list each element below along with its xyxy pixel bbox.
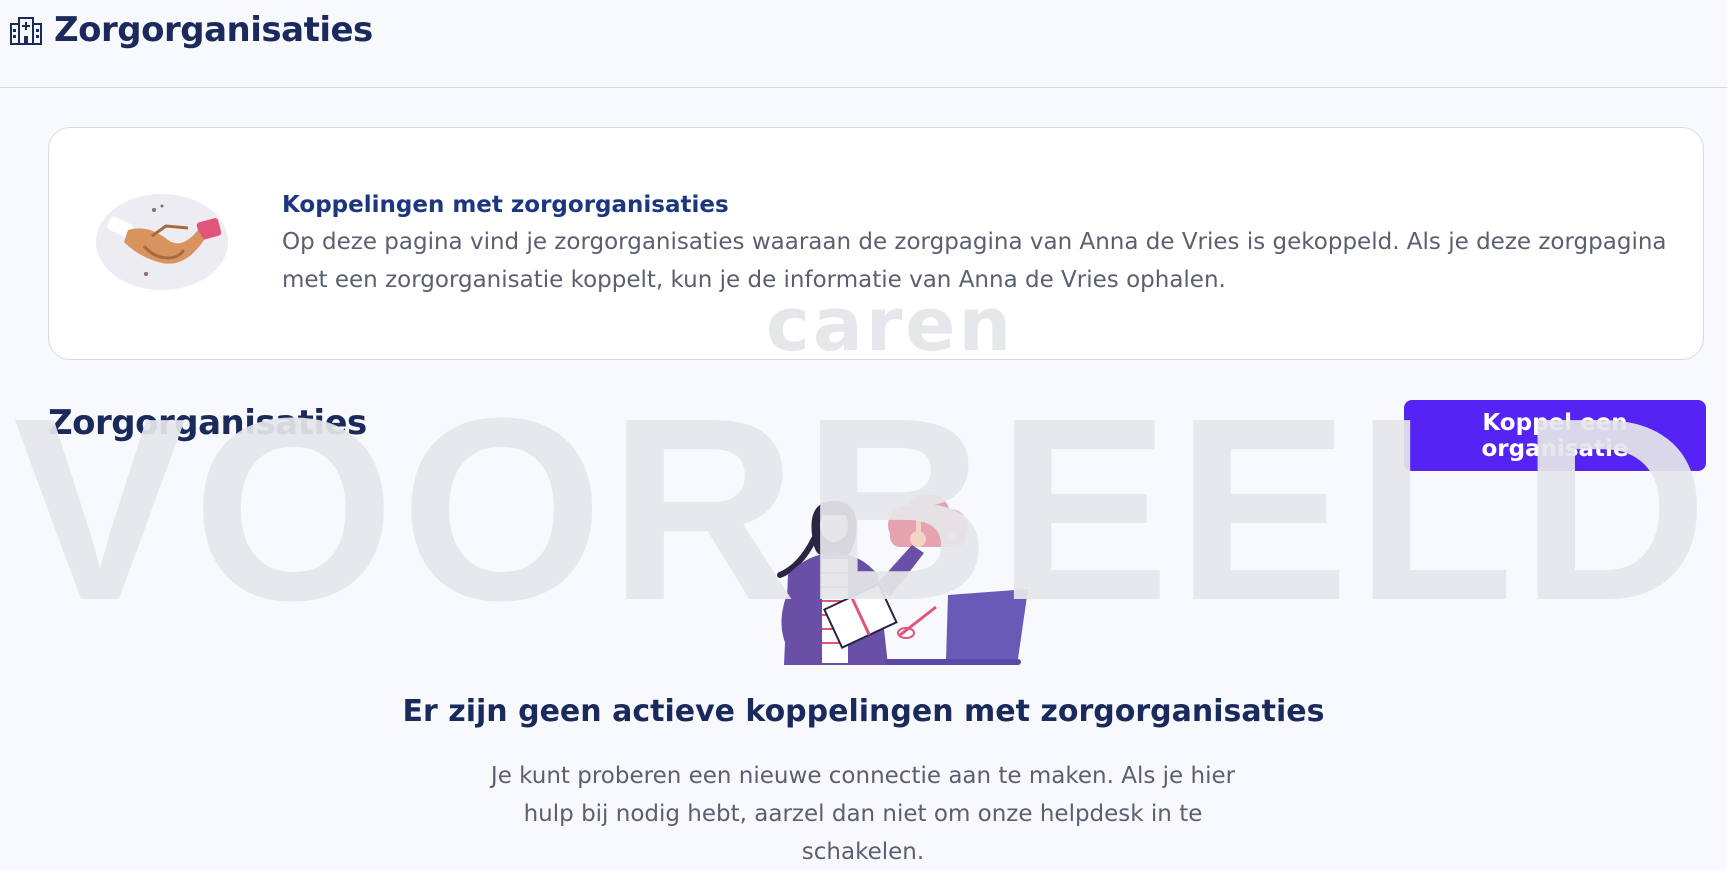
caren-logo-watermark: caren [766,282,1015,368]
info-card-title: Koppelingen met zorgorganisaties [282,192,729,218]
hospital-icon [10,17,42,45]
page-title: Zorgorganisaties [54,10,373,50]
handshake-icon [96,194,228,290]
voorbeeld-watermark: VOORBEELD [13,365,1714,655]
page-header: Zorgorganisaties [0,0,1727,88]
empty-state-title: Er zijn geen actieve koppelingen met zor… [402,694,1325,729]
